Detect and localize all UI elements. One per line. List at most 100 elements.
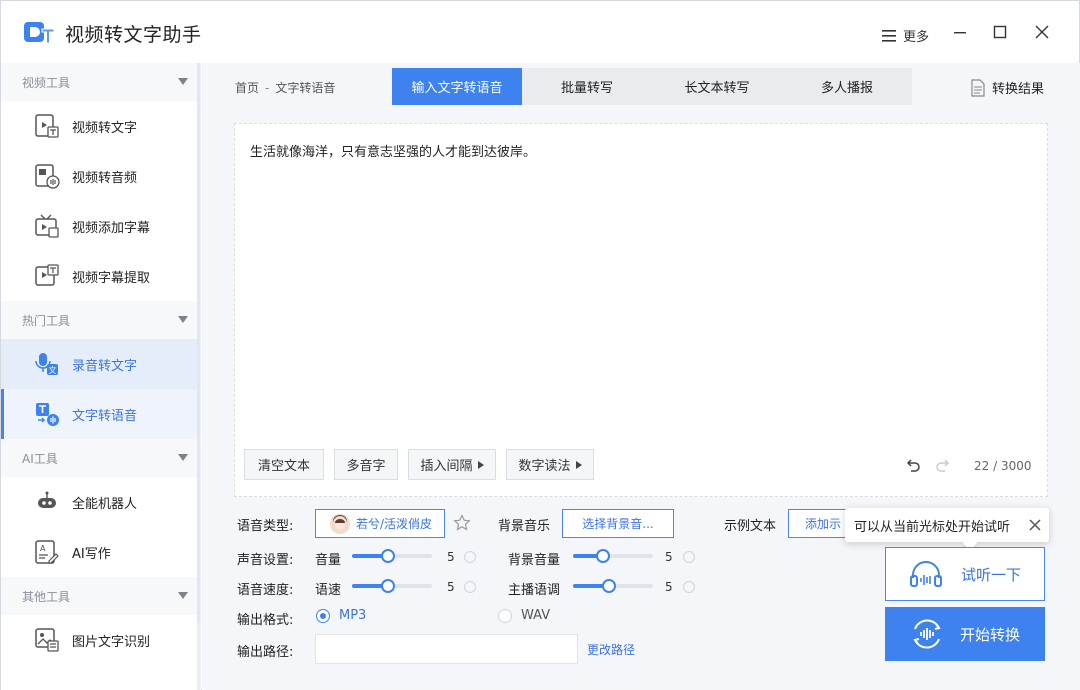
volume-slider[interactable] <box>352 548 432 564</box>
insert-pause-button[interactable]: 插入间隔 <box>408 449 496 480</box>
speed-reset-icon[interactable] <box>464 581 476 593</box>
volume-reset-icon[interactable] <box>464 551 476 563</box>
menu-icon <box>882 29 896 42</box>
format-wav-label[interactable]: WAV <box>521 608 550 623</box>
video-to-text-icon <box>35 114 59 138</box>
polyphone-label: 多音字 <box>346 459 386 474</box>
sidebar-group-ai-tools[interactable]: AI工具 <box>1 439 200 477</box>
start-conversion-label: 开始转换 <box>959 625 1020 644</box>
format-wav-radio[interactable] <box>498 609 512 623</box>
sidebar-item-label: 视频字幕提取 <box>72 270 151 286</box>
play-triangle-icon <box>575 460 582 469</box>
tab-bar: 输入文字转语音 批量转写 长文本转写 多人播报 <box>392 68 912 105</box>
sidebar-item-robot[interactable]: 全能机器人 <box>1 477 200 527</box>
sidebar-group-video-tools[interactable]: 视频工具 <box>1 63 200 101</box>
caret-down-icon <box>178 316 188 323</box>
clear-text-label: 清空文本 <box>257 459 310 474</box>
sidebar-scrollbar-thumb[interactable] <box>197 63 200 623</box>
group-title: 其他工具 <box>22 589 71 604</box>
select-background-music-label: 选择背景音... <box>582 517 654 531</box>
start-conversion-button[interactable]: 开始转换 <box>885 607 1045 661</box>
voice-type-select[interactable]: 若兮/活泼俏皮 <box>315 509 445 538</box>
pitch-reset-icon[interactable] <box>683 581 695 593</box>
sidebar-item-video-to-audio[interactable]: 视频转音频 <box>1 151 200 201</box>
caret-down-icon <box>178 454 188 461</box>
sidebar-item-extract-subtitle[interactable]: 视频字幕提取 <box>1 251 200 301</box>
tab-batch-transcribe[interactable]: 批量转写 <box>522 68 652 105</box>
convert-sound-icon <box>913 619 941 649</box>
sidebar-item-text-to-speech[interactable]: 文字转语音 <box>1 389 200 439</box>
select-background-music-button[interactable]: 选择背景音... <box>562 509 674 538</box>
output-path-input[interactable] <box>315 634 578 664</box>
ai-writing-icon: A <box>35 540 59 564</box>
sidebar-item-add-subtitle[interactable]: 视频添加字幕 <box>1 201 200 251</box>
group-title: 热门工具 <box>22 313 71 328</box>
more-label: 更多 <box>903 30 930 45</box>
app-window: 视频转文字助手 更多 视频工具 视频转文字 视频转音频 视频添加字幕 视频字幕提… <box>0 0 1080 690</box>
close-icon[interactable] <box>1033 23 1051 41</box>
sample-text-label: 示例文本 <box>724 519 777 534</box>
insert-pause-label: 插入间隔 <box>420 459 473 474</box>
sidebar-item-label: 视频添加字幕 <box>72 220 151 236</box>
sidebar-item-ai-writing[interactable]: A AI写作 <box>1 527 200 577</box>
background-volume-reset-icon[interactable] <box>683 551 695 563</box>
sidebar-item-label: 录音转文字 <box>72 358 138 374</box>
format-mp3-label[interactable]: MP3 <box>339 608 366 623</box>
sidebar-item-label: 全能机器人 <box>72 496 138 512</box>
sidebar-item-ocr[interactable]: 图片文字识别 <box>1 615 200 665</box>
sidebar-item-mic-to-text[interactable]: 文 录音转文字 <box>1 339 200 389</box>
caret-down-icon <box>178 592 188 599</box>
mic-to-text-icon: 文 <box>35 353 58 375</box>
video-to-audio-icon <box>35 164 60 189</box>
document-icon <box>971 78 985 97</box>
extract-subtitle-icon <box>35 264 59 286</box>
robot-icon <box>38 491 56 508</box>
redo-icon[interactable] <box>935 458 951 474</box>
background-volume-value: 5 <box>665 550 673 564</box>
change-path-link[interactable]: 更改路径 <box>587 641 635 658</box>
tab-long-text[interactable]: 长文本转写 <box>652 68 782 105</box>
favorite-star-icon[interactable] <box>453 514 471 532</box>
undo-icon[interactable] <box>905 458 921 474</box>
group-title: AI工具 <box>22 451 58 466</box>
group-title: 视频工具 <box>22 75 71 90</box>
volume-value: 5 <box>447 550 455 564</box>
sidebar-item-video-to-text[interactable]: 视频转文字 <box>1 101 200 151</box>
editor-text[interactable]: 生活就像海洋，只有意志坚强的人才能到达彼岸。 <box>250 141 536 160</box>
conversion-result-button[interactable]: 转换结果 <box>970 78 1044 97</box>
number-reading-label: 数字读法 <box>518 459 571 474</box>
tooltip-close-icon[interactable] <box>1029 519 1041 531</box>
listen-tooltip: 可以从当前光标处开始试听 <box>845 508 1049 542</box>
number-reading-button[interactable]: 数字读法 <box>506 449 594 480</box>
background-volume-label: 背景音量 <box>508 553 561 568</box>
polyphone-button[interactable]: 多音字 <box>334 449 398 480</box>
sidebar-group-hot-tools[interactable]: 热门工具 <box>1 301 200 339</box>
main-panel: 首页 - 文字转语音 输入文字转语音 批量转写 长文本转写 多人播报 转换结果 生活… <box>202 63 1080 690</box>
sidebar-item-label: 视频转音频 <box>72 170 138 186</box>
conversion-result-label: 转换结果 <box>992 82 1045 97</box>
listen-button[interactable]: 试听一下 <box>885 547 1045 601</box>
breadcrumb-current: 文字转语音 <box>275 81 336 95</box>
tab-input-text-to-speech[interactable]: 输入文字转语音 <box>392 68 522 105</box>
tooltip-text: 可以从当前光标处开始试听 <box>854 519 1011 535</box>
clear-text-button[interactable]: 清空文本 <box>244 449 324 480</box>
svg-text:文: 文 <box>49 365 57 375</box>
speed-sub-label: 语速 <box>315 583 342 598</box>
text-to-speech-icon <box>36 403 59 426</box>
sidebar-group-other-tools[interactable]: 其他工具 <box>1 577 200 615</box>
volume-label: 音量 <box>315 553 342 568</box>
text-editor[interactable]: 生活就像海洋，只有意志坚强的人才能到达彼岸。 清空文本 多音字 插入间隔 数字读… <box>234 123 1048 497</box>
background-volume-slider[interactable] <box>573 548 653 564</box>
more-menu-button[interactable]: 更多 <box>881 26 929 45</box>
format-mp3-radio[interactable] <box>316 609 330 623</box>
maximize-icon[interactable] <box>991 23 1009 41</box>
voice-type-label: 语音类型: <box>237 519 294 534</box>
speed-slider[interactable] <box>352 578 432 594</box>
tab-multi-speaker[interactable]: 多人播报 <box>782 68 912 105</box>
pitch-value: 5 <box>665 580 673 594</box>
minimize-icon[interactable] <box>951 23 969 41</box>
speed-value: 5 <box>447 580 455 594</box>
title-bar: 视频转文字助手 更多 <box>1 1 1079 63</box>
pitch-slider[interactable] <box>573 578 653 594</box>
breadcrumb-home[interactable]: 首页 <box>235 81 259 95</box>
